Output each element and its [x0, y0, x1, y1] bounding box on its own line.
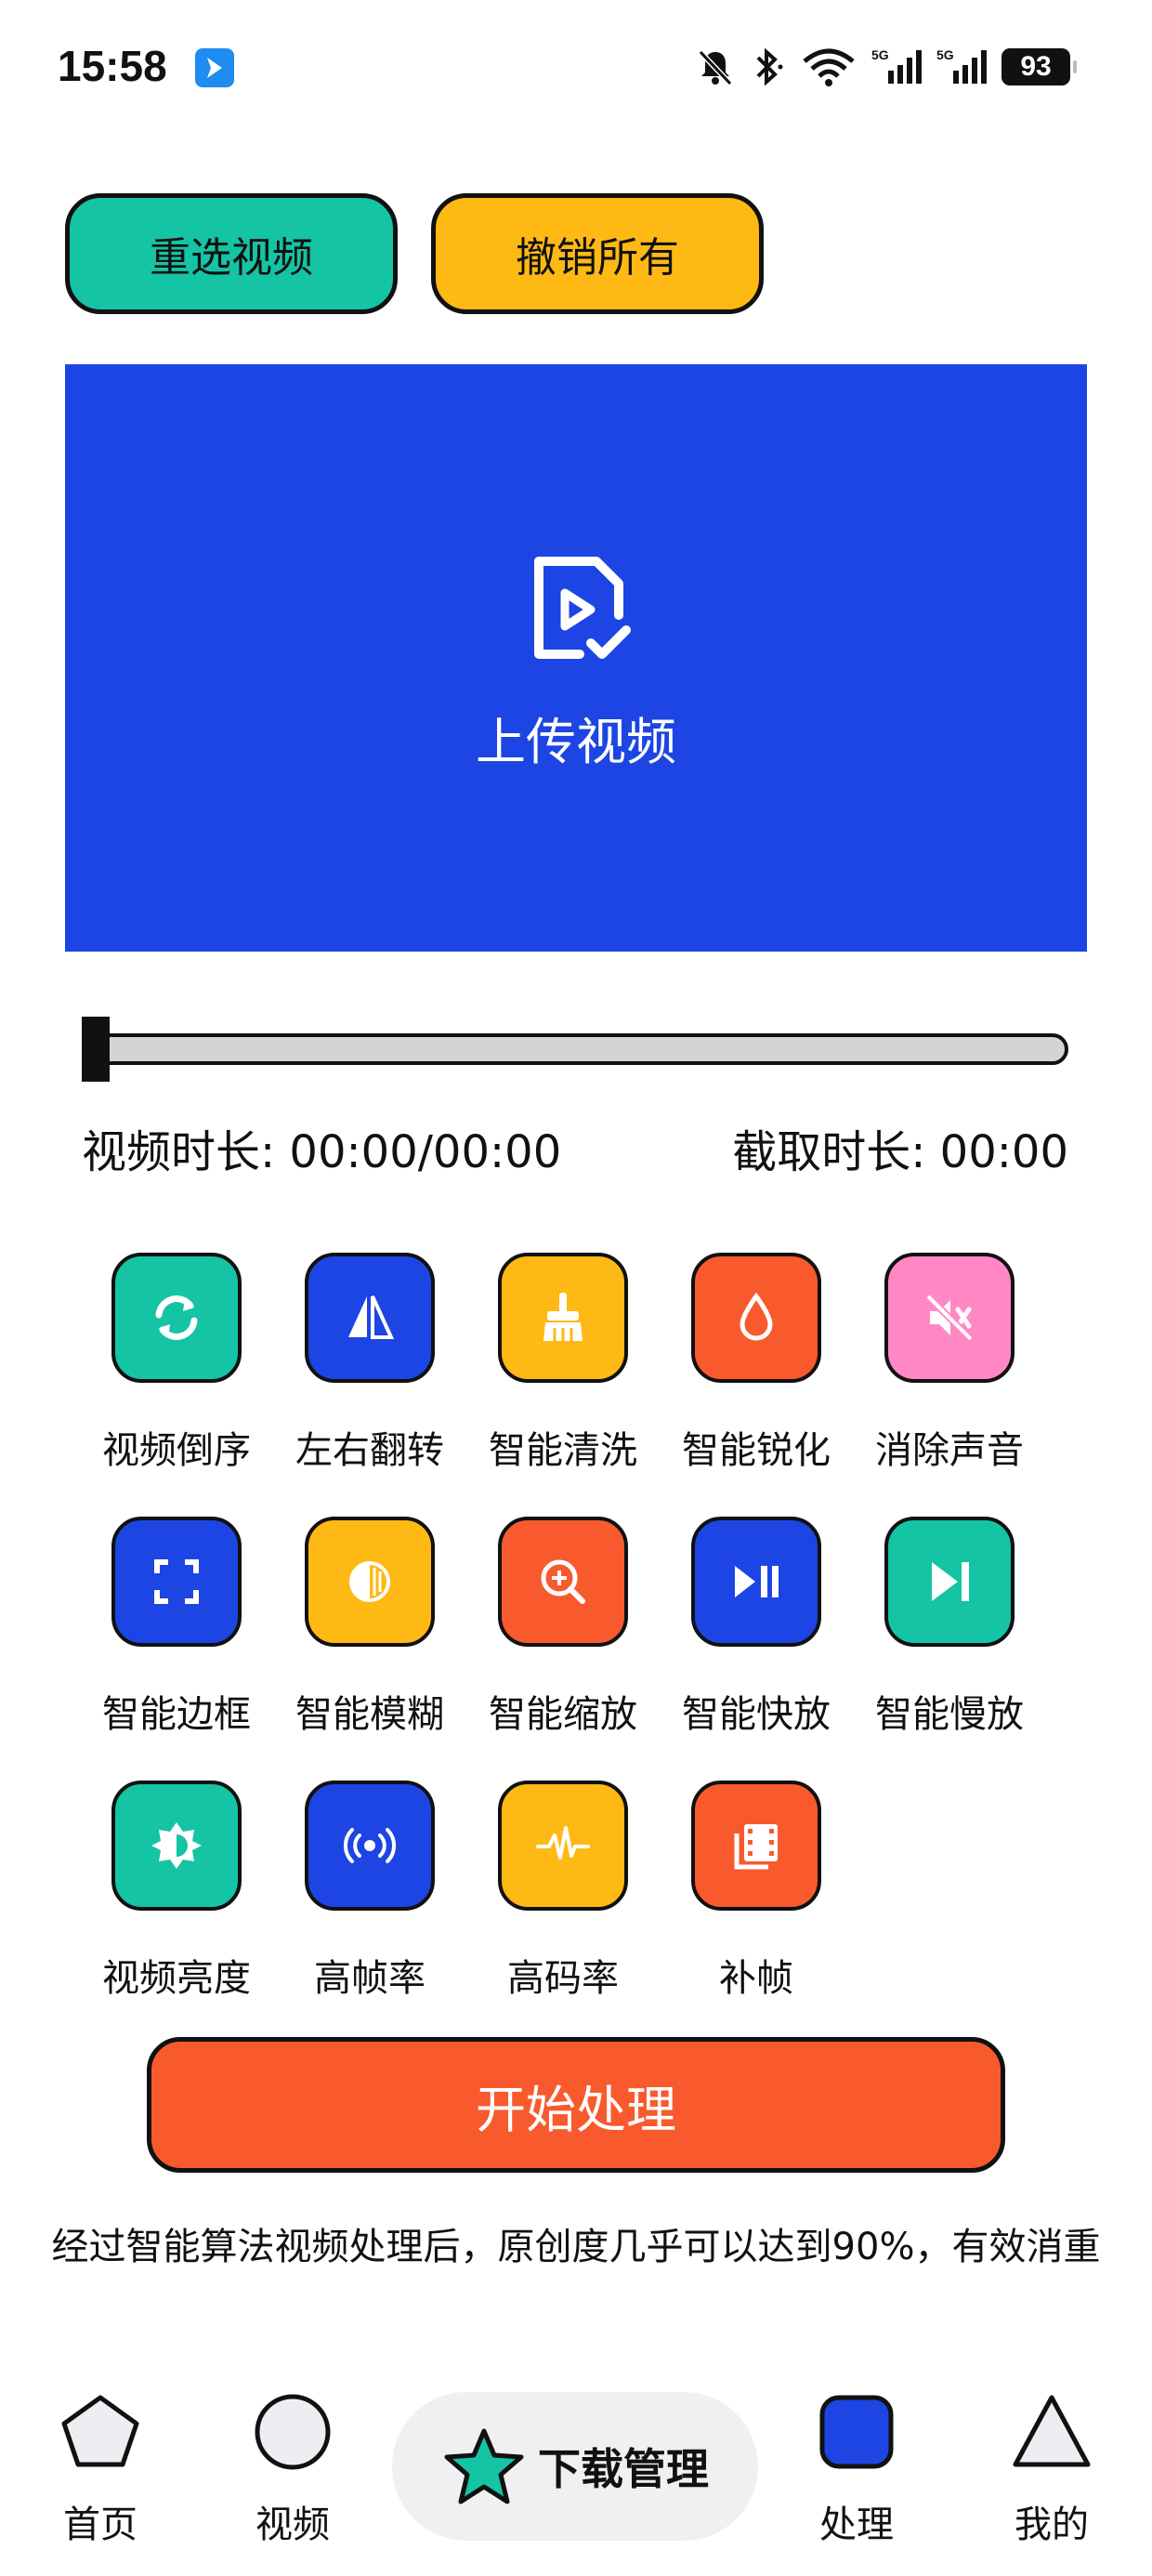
svg-text:5G: 5G [871, 47, 889, 62]
tool-reverse-box[interactable] [111, 1253, 242, 1383]
tool-zoom-label: 智能缩放 [489, 1693, 637, 1736]
pentagon-icon [61, 2395, 139, 2467]
tool-frame[interactable]: 智能边框 [84, 1517, 269, 1738]
nav-home[interactable]: 首页 [54, 2390, 147, 2548]
flip-icon [348, 1295, 395, 1339]
star-icon [444, 2428, 524, 2504]
nav-video-label: 视频 [255, 2504, 330, 2546]
svg-text:5G: 5G [936, 47, 954, 62]
skip-icon [932, 1562, 969, 1601]
tool-fast[interactable]: 智能快放 [663, 1517, 849, 1738]
nav-video[interactable]: 视频 [246, 2390, 339, 2548]
tool-zoom[interactable]: 智能缩放 [470, 1517, 656, 1738]
tool-fast-box[interactable] [691, 1517, 821, 1647]
tool-flip[interactable]: 左右翻转 [277, 1253, 463, 1474]
tool-clean-label: 智能清洗 [489, 1429, 637, 1472]
nav-process[interactable]: 处理 [810, 2390, 903, 2548]
status-icons: 5G 5G 93 [695, 41, 1077, 93]
wifi-icon [803, 48, 855, 86]
clip-range-slider[interactable] [91, 1033, 1068, 1065]
tool-high-fps-box[interactable] [305, 1781, 435, 1911]
tool-interpolate-box[interactable] [691, 1781, 821, 1911]
tool-frame-label: 智能边框 [102, 1693, 251, 1736]
broadcast-icon [343, 1828, 397, 1863]
tool-mute[interactable]: 消除声音 [857, 1253, 1042, 1474]
tool-mute-box[interactable] [884, 1253, 1015, 1383]
blur-icon [349, 1561, 390, 1602]
tool-interpolate-label: 补帧 [719, 1957, 793, 2000]
tool-sharpen-box[interactable] [691, 1253, 821, 1383]
signal-5g-icon-2: 5G [936, 47, 987, 84]
app-notification-icon [195, 48, 234, 87]
nav-process-label: 处理 [819, 2504, 894, 2546]
tool-high-bitrate[interactable]: 高码率 [470, 1781, 656, 2002]
clip-duration-label: 截取时长: 00:00 [732, 1126, 1068, 1178]
tool-blur[interactable]: 智能模糊 [277, 1517, 463, 1738]
tool-blur-box[interactable] [305, 1517, 435, 1647]
tool-flip-box[interactable] [305, 1253, 435, 1383]
tool-sharpen-label: 智能锐化 [682, 1429, 831, 1472]
bottom-nav: 首页 视频 下载管理 处理 我的 [0, 2379, 1152, 2576]
film-icon [734, 1824, 778, 1870]
tool-mute-label: 消除声音 [875, 1429, 1024, 1472]
broom-icon [543, 1293, 583, 1341]
tool-slow-box[interactable] [884, 1517, 1015, 1647]
tool-reverse[interactable]: 视频倒序 [84, 1253, 269, 1474]
tool-brightness[interactable]: 视频亮度 [84, 1781, 269, 2002]
bluetooth-icon [756, 47, 783, 86]
square-icon [819, 2395, 894, 2469]
tool-interpolate[interactable]: 补帧 [663, 1781, 849, 2002]
tool-flip-label: 左右翻转 [295, 1429, 444, 1472]
tool-clean[interactable]: 智能清洗 [470, 1253, 656, 1474]
start-processing-button[interactable]: 开始处理 [147, 2037, 1005, 2173]
status-time: 15:58 [58, 42, 167, 90]
refresh-icon [155, 1295, 198, 1340]
tool-slow[interactable]: 智能慢放 [857, 1517, 1042, 1738]
video-file-icon [511, 543, 641, 677]
circle-icon [255, 2394, 331, 2470]
drop-icon [740, 1292, 773, 1341]
tool-high-bitrate-label: 高码率 [507, 1957, 619, 2000]
tool-high-fps[interactable]: 高帧率 [277, 1781, 463, 2002]
tool-blur-label: 智能模糊 [295, 1693, 444, 1736]
tool-zoom-box[interactable] [498, 1517, 628, 1647]
play-pause-icon [735, 1566, 779, 1597]
battery-indicator: 93 [1001, 48, 1077, 85]
nav-mine-label: 我的 [1015, 2504, 1089, 2546]
tool-reverse-label: 视频倒序 [102, 1429, 251, 1472]
nav-mine[interactable]: 我的 [1005, 2390, 1098, 2548]
zoom-icon [541, 1559, 585, 1604]
slider-handle[interactable] [82, 1017, 110, 1082]
nav-download-label: 下载管理 [538, 2444, 709, 2494]
tool-fast-label: 智能快放 [682, 1693, 831, 1736]
mute-bell-icon [698, 49, 733, 86]
tool-brightness-box[interactable] [111, 1781, 242, 1911]
pulse-icon [536, 1826, 590, 1860]
triangle-icon [1013, 2395, 1091, 2467]
status-bar: 15:58 5G 5G 93 [0, 0, 1152, 139]
tool-high-bitrate-box[interactable] [498, 1781, 628, 1911]
upload-video-area[interactable]: 上传视频 [65, 364, 1087, 952]
frame-icon [154, 1559, 199, 1604]
tool-sharpen[interactable]: 智能锐化 [663, 1253, 849, 1474]
tool-slow-label: 智能慢放 [875, 1693, 1024, 1736]
brightness-icon [151, 1822, 202, 1869]
tool-high-fps-label: 高帧率 [314, 1957, 425, 2000]
nav-download-manager[interactable]: 下载管理 [392, 2392, 758, 2541]
nav-home-label: 首页 [63, 2504, 137, 2546]
description-text: 经过智能算法视频处理后，原创度几乎可以达到90%，有效消重 [51, 2226, 1101, 2268]
reselect-video-button[interactable]: 重选视频 [65, 193, 398, 314]
signal-5g-icon: 5G [871, 47, 922, 84]
tool-brightness-label: 视频亮度 [102, 1957, 251, 2000]
upload-video-label: 上传视频 [476, 712, 676, 771]
video-duration-label: 视频时长: 00:00/00:00 [82, 1126, 562, 1178]
tool-frame-box[interactable] [111, 1517, 242, 1647]
mute-icon [925, 1294, 974, 1342]
undo-all-button[interactable]: 撤销所有 [431, 193, 764, 314]
tool-clean-box[interactable] [498, 1253, 628, 1383]
